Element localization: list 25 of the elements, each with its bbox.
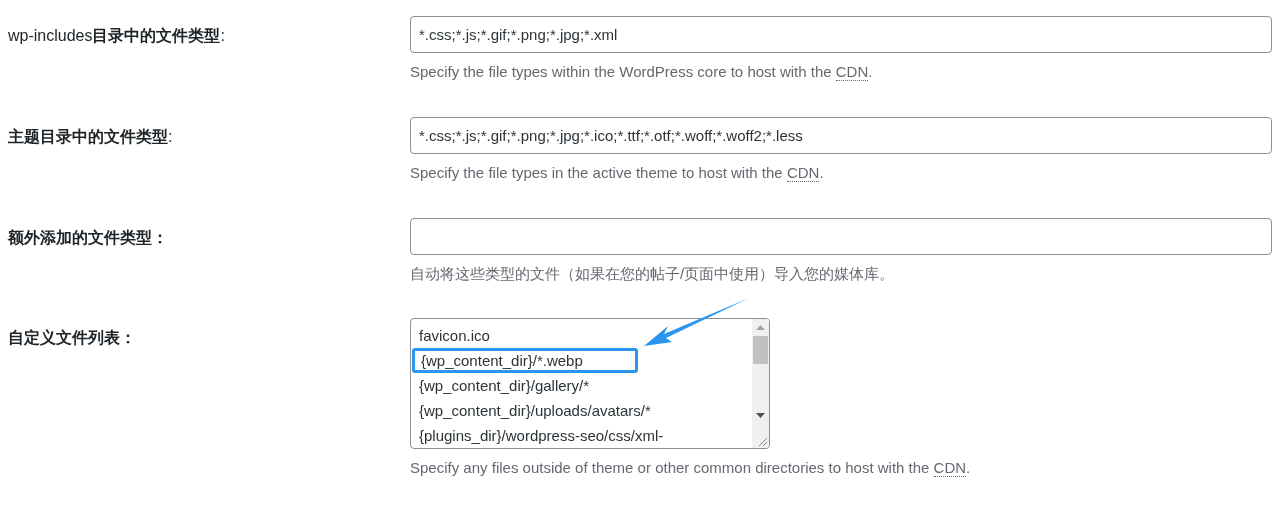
scrollbar[interactable] [752,319,769,448]
scroll-up-icon[interactable] [756,325,765,330]
field-description: Specify any files outside of theme or other common directories to host with the CDN. [410,458,971,478]
scrollbar-thumb[interactable] [753,336,768,364]
field-description: Specify the file types in the active theme to host with the CDN. [410,163,825,183]
abbreviation: CDN [835,63,869,81]
text-input[interactable]: *.css;*.js;*.gif;*.png;*.jpg;*.xml [410,16,1272,53]
text-input[interactable] [410,218,1272,255]
text-input[interactable]: *.css;*.js;*.gif;*.png;*.jpg;*.ico;*.ttf;*.otf;*.woff;*.woff2;*.less [410,117,1272,154]
scroll-down-icon[interactable] [756,413,765,418]
setting-label: 主题目录中的文件类型: [8,128,173,145]
setting-label: wp-includes目录中的文件类型: [8,27,225,44]
file-path: {wp_content_dir}/uploads/avatars/* [419,402,651,419]
file-path: {plugins_dir}/wordpress-seo/css/xml- [419,427,664,444]
setting-label: 自定义文件列表： [8,329,136,346]
abbreviation: CDN [933,459,967,477]
file-path: {wp_content_dir}/gallery/* [419,377,590,394]
file-path: favicon.ico [419,327,490,344]
setting-label: 额外添加的文件类型： [8,229,168,246]
resize-handle-icon[interactable] [758,437,768,447]
field-description: 自动将这些类型的文件（如果在您的帖子/页面中使用）导入您的媒体库。 [410,264,896,284]
field-description: Specify the file types within the WordPress core to host with the CDN. [410,62,874,82]
textarea-field[interactable]: favicon.ico {wp_content_dir}/*.webp {wp_content_dir}/gallery/* {wp_content_dir}/uploads/avatars/* {plugins_dir}/wordpress-seo/css/xml- [410,318,770,449]
abbreviation: CDN [786,164,820,182]
file-path: {wp_content_dir}/*.webp [421,352,583,369]
